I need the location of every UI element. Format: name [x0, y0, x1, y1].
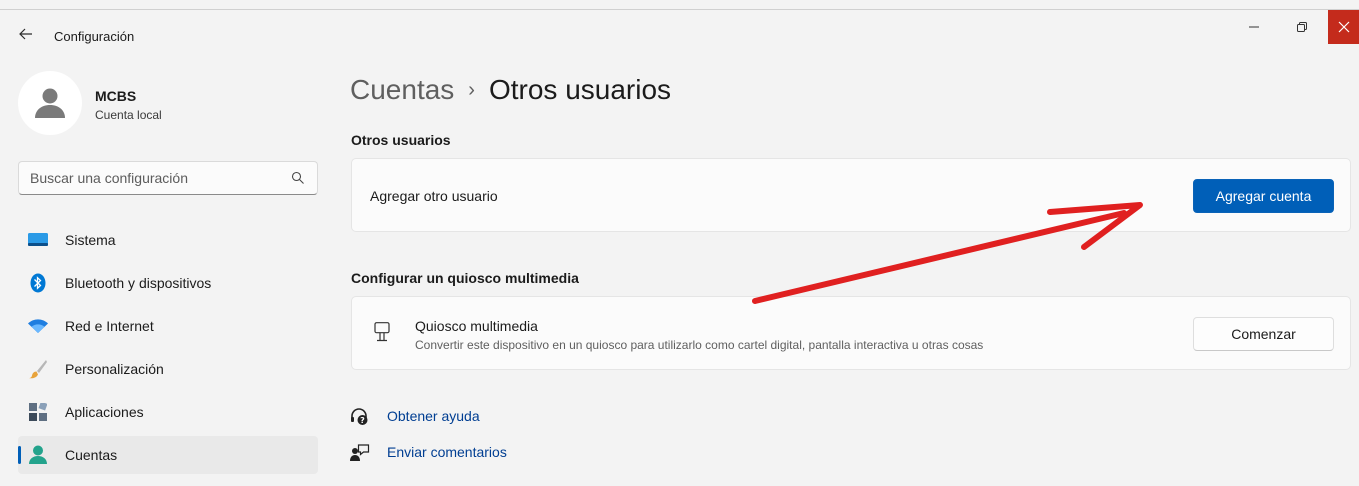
kiosk-icon	[374, 322, 390, 342]
user-name: MCBS	[95, 88, 137, 104]
close-icon	[1338, 21, 1349, 33]
svg-text:?: ?	[360, 416, 365, 425]
avatar[interactable]	[18, 71, 82, 135]
apps-icon	[28, 403, 48, 421]
start-button[interactable]: Comenzar	[1193, 317, 1334, 351]
back-button[interactable]	[14, 22, 38, 46]
get-help-label: Obtener ayuda	[387, 408, 480, 424]
add-account-button[interactable]: Agregar cuenta	[1193, 179, 1334, 213]
close-button[interactable]	[1328, 10, 1359, 44]
breadcrumb-parent[interactable]: Cuentas	[350, 74, 454, 105]
sidebar-item-label: Personalización	[65, 361, 164, 377]
feedback-icon	[350, 444, 370, 461]
title-bar: Configuración	[0, 10, 1359, 54]
sidebar-item-cuentas[interactable]: Cuentas	[18, 436, 318, 474]
sidebar-item-label: Bluetooth y dispositivos	[65, 275, 212, 291]
section-title-other-users: Otros usuarios	[351, 132, 451, 148]
help-headset-icon: ?	[351, 408, 368, 425]
sidebar-item-label: Red e Internet	[65, 318, 154, 334]
page-title: Otros usuarios	[488, 74, 672, 105]
send-feedback-label: Enviar comentarios	[387, 444, 507, 460]
kiosk-description: Convertir este dispositivo en un quiosco…	[415, 338, 984, 352]
wifi-icon	[28, 317, 48, 335]
accounts-icon	[28, 445, 48, 464]
restore-icon	[1297, 22, 1307, 32]
breadcrumb-separator: ›	[468, 79, 475, 101]
minimize-button[interactable]	[1231, 10, 1277, 44]
app-title: Configuración	[54, 29, 135, 44]
sidebar-item-bluetooth[interactable]: Bluetooth y dispositivos	[18, 264, 318, 302]
minimize-icon	[1249, 26, 1259, 28]
sidebar-item-label: Sistema	[65, 232, 116, 248]
sidebar-item-personalizacion[interactable]: Personalización	[18, 350, 318, 388]
kiosk-card: Quiosco multimedia Convertir este dispos…	[351, 296, 1351, 370]
user-avatar-icon	[35, 88, 65, 118]
sidebar-item-red[interactable]: Red e Internet	[18, 307, 318, 345]
bluetooth-icon	[28, 273, 48, 293]
account-type: Cuenta local	[95, 108, 162, 122]
kiosk-title: Quiosco multimedia	[415, 318, 538, 334]
back-arrow-icon	[19, 28, 32, 40]
monitor-icon	[28, 231, 48, 249]
sidebar-item-label: Cuentas	[65, 447, 118, 463]
add-user-label: Agregar otro usuario	[370, 188, 498, 204]
breadcrumb: Cuentas › Otros usuarios	[350, 74, 671, 106]
section-title-kiosk: Configurar un quiosco multimedia	[351, 270, 579, 286]
search-input[interactable]	[30, 169, 280, 187]
sidebar-item-sistema[interactable]: Sistema	[18, 221, 318, 259]
add-user-card: Agregar otro usuario Agregar cuenta	[351, 158, 1351, 232]
search-box[interactable]	[18, 161, 318, 195]
selected-indicator	[18, 446, 21, 464]
sidebar-item-aplicaciones[interactable]: Aplicaciones	[18, 393, 318, 431]
sidebar-item-label: Aplicaciones	[65, 404, 144, 420]
brush-icon	[28, 360, 48, 379]
restore-button[interactable]	[1279, 10, 1325, 44]
search-icon	[291, 171, 304, 184]
